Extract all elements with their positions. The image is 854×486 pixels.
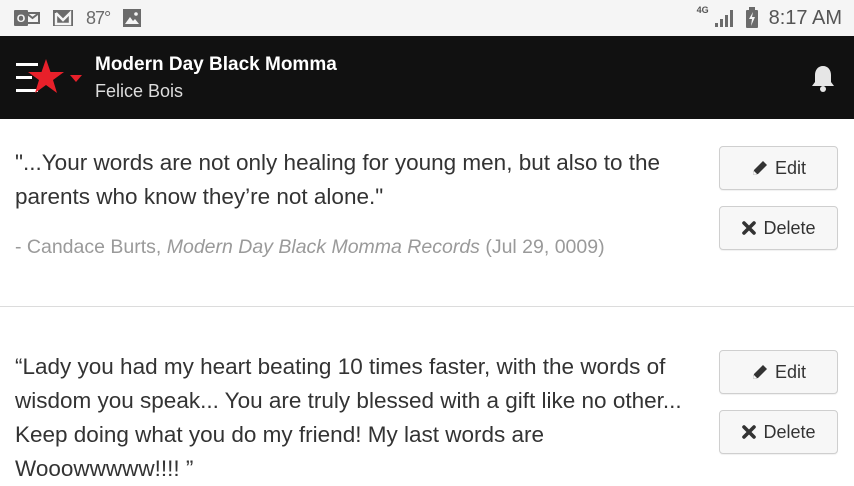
testimonial-item: "...Your words are not only healing for … — [0, 119, 854, 307]
gmail-icon — [52, 9, 74, 27]
pencil-icon — [751, 363, 769, 381]
testimonial-quote: "...Your words are not only healing for … — [15, 150, 661, 209]
page-title: Modern Day Black Momma — [95, 53, 337, 75]
attribution-source: Modern Day Black Momma Records — [166, 236, 480, 258]
clock: 8:17 AM — [768, 6, 842, 29]
testimonial-item: “Lady you had my heart beating 10 times … — [0, 308, 854, 481]
close-x-icon — [741, 424, 757, 440]
status-bar-left: O 87° — [14, 8, 142, 29]
status-bar: O 87° 4G 8:17 AM — [0, 0, 854, 36]
testimonial-quote: “Lady you had my heart beating 10 times … — [15, 354, 682, 481]
svg-text:O: O — [17, 13, 26, 25]
edit-button[interactable]: Edit — [719, 350, 838, 394]
gallery-icon — [122, 8, 142, 28]
testimonial-attribution: - Candace Burts, Modern Day Black Momma … — [15, 236, 605, 259]
outlook-icon: O — [14, 8, 40, 28]
edit-button-label: Edit — [774, 361, 807, 382]
page-subtitle: Felice Bois — [95, 80, 184, 101]
delete-button-label: Delete — [763, 217, 816, 238]
app-header: Modern Day Black Momma Felice Bois — [0, 36, 854, 119]
status-bar-right: 4G 8:17 AM — [696, 5, 842, 30]
network-type: 4G — [696, 5, 709, 15]
battery-charging-icon — [745, 7, 759, 29]
delete-button[interactable]: Delete — [719, 410, 838, 454]
edit-button-label: Edit — [774, 157, 807, 178]
delete-button-label: Delete — [763, 421, 816, 442]
menu-star-logo-icon[interactable] — [14, 53, 86, 103]
pencil-icon — [751, 159, 769, 177]
edit-button[interactable]: Edit — [719, 146, 838, 190]
dropdown-caret-icon — [70, 74, 82, 82]
attribution-author: - Candace Burts, — [15, 236, 167, 258]
close-x-icon — [741, 220, 757, 236]
attribution-date: (Jul 29, 0009) — [479, 236, 605, 258]
signal-icon — [713, 8, 735, 28]
delete-button[interactable]: Delete — [719, 206, 838, 250]
weather-temperature: 87° — [86, 7, 111, 28]
header-titles: Modern Day Black Momma Felice Bois — [95, 53, 337, 103]
notification-bell-icon[interactable] — [810, 64, 836, 92]
